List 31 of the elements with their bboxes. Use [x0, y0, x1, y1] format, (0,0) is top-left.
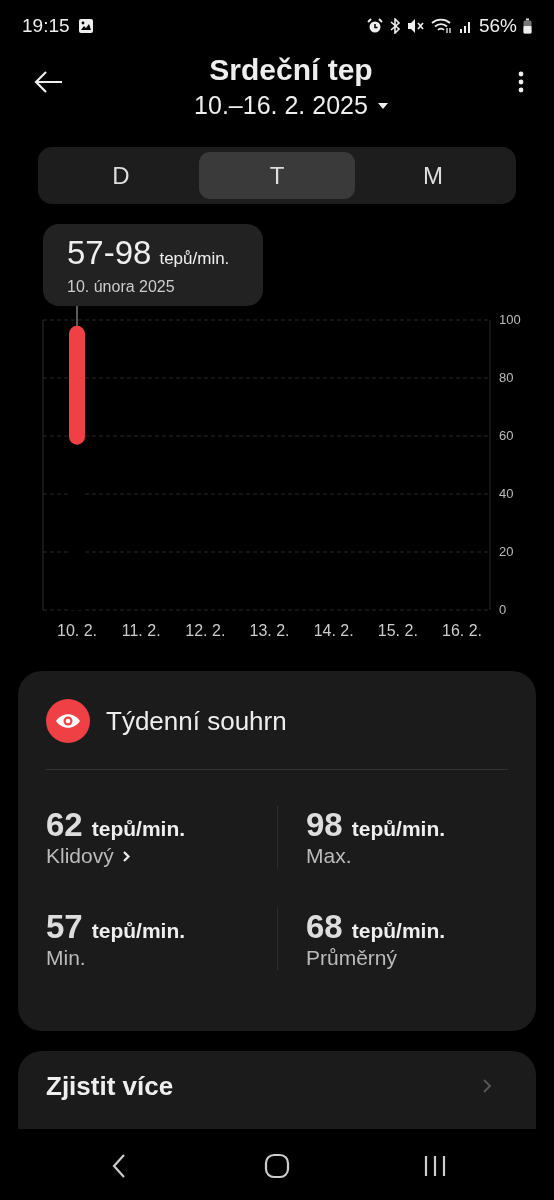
y-axis-label: 0 [499, 602, 507, 617]
stat-label: Max. [306, 844, 353, 868]
screen-title: Srdeční tep [209, 52, 373, 88]
stat-label: Průměrný [306, 946, 399, 970]
x-axis-label: 10. 2. [57, 622, 97, 639]
y-axis-label: 60 [499, 428, 514, 443]
summary-title: Týdenní souhrn [106, 705, 287, 737]
stat-unit: tepů/min. [91, 919, 186, 943]
y-axis-label: 100 [499, 312, 521, 327]
stat-value: 62 [46, 806, 83, 844]
x-axis-label: 13. 2. [249, 622, 290, 639]
stat-value: 57 [46, 908, 83, 946]
stat-unit: tepů/min. [351, 919, 446, 943]
stat-label: Min. [46, 946, 87, 970]
tooltip-unit: tepů/min. [159, 249, 230, 269]
battery-percent: 56% [478, 15, 517, 37]
x-axis-label: 11. 2. [121, 622, 161, 639]
tooltip-date: 10. února 2025 [67, 278, 176, 296]
y-axis-label: 20 [499, 544, 514, 559]
stat-value: 98 [306, 806, 343, 844]
x-axis-label: 14. 2. [313, 622, 354, 639]
y-axis-label: 40 [499, 486, 514, 501]
tooltip-value: 57-98 [67, 234, 152, 272]
stat-unit: tepů/min. [91, 817, 186, 841]
x-axis-label: 15. 2. [377, 622, 418, 639]
x-axis-label: 12. 2. [185, 622, 226, 639]
y-axis-label: 80 [499, 370, 514, 385]
x-axis-label: 16. 2. [442, 622, 482, 639]
status-time: 19:15 [22, 15, 70, 37]
stat-unit: tepů/min. [351, 817, 446, 841]
stat-value: 68 [306, 908, 343, 946]
